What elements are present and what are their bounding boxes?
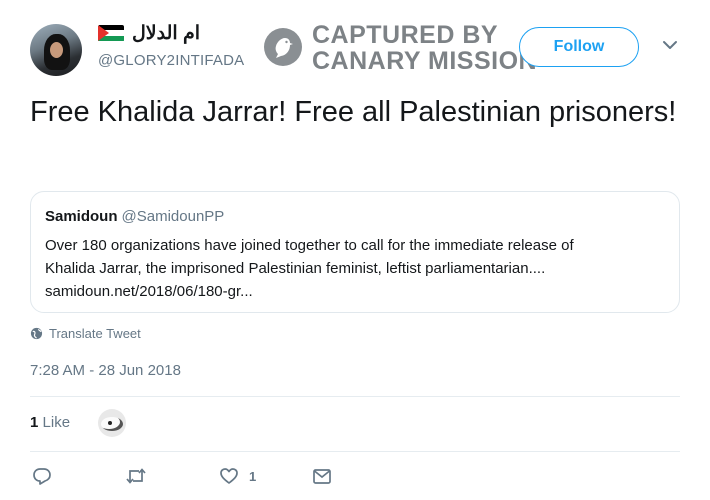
tweet-timestamp[interactable]: 7:28 AM - 28 Jun 2018 — [30, 362, 181, 379]
like-stat-label: Like — [42, 414, 71, 431]
like-stats[interactable]: 1 Like — [30, 414, 70, 431]
reply-icon — [33, 468, 51, 485]
quoted-text-line: Khalida Jarrar, the imprisoned Palestini… — [45, 260, 546, 277]
envelope-icon — [313, 469, 331, 484]
avatar-face — [50, 42, 63, 58]
divider — [30, 396, 680, 397]
divider — [30, 451, 680, 452]
watermark-line1: CAPTURED BY — [312, 21, 499, 49]
canary-bird-icon — [264, 28, 302, 66]
like-count: 1 — [249, 468, 257, 484]
user-handle[interactable]: @GLORY2INTIFADA — [98, 52, 244, 69]
globe-icon — [30, 327, 43, 340]
watermark-text: CAPTURED BY CANARY MISSION — [312, 22, 537, 74]
like-button[interactable]: 1 — [219, 466, 256, 486]
quoted-text-line: Over 180 organizations have joined toget… — [45, 237, 574, 254]
palestine-flag-icon — [98, 24, 124, 42]
tweet-text: Free Khalida Jarrar! Free all Palestinia… — [30, 96, 677, 128]
heart-icon — [220, 468, 238, 484]
translate-label: Translate Tweet — [49, 326, 141, 341]
avatar[interactable] — [30, 24, 82, 76]
chevron-down-icon[interactable] — [662, 38, 678, 56]
watermark-line2: CANARY MISSION — [312, 47, 538, 75]
quoted-tweet-body: Over 180 organizations have joined toget… — [45, 234, 665, 303]
quoted-author-name: Samidoun — [45, 208, 118, 225]
retweet-button[interactable] — [125, 466, 147, 486]
quoted-link[interactable]: samidoun.net/2018/06/180-gr... — [45, 280, 665, 303]
retweet-icon — [126, 468, 146, 484]
direct-message-button[interactable] — [312, 466, 332, 486]
follow-button[interactable]: Follow — [519, 27, 639, 67]
quoted-tweet-header: Samidoun @SamidounPP — [45, 208, 224, 225]
user-name-row: ام الدلال — [98, 20, 200, 46]
display-name[interactable]: ام الدلال — [132, 22, 200, 45]
quoted-author-handle: @SamidounPP — [121, 208, 225, 225]
like-stat-count: 1 — [30, 414, 39, 431]
liker-avatar[interactable] — [98, 409, 126, 437]
quoted-tweet[interactable]: Samidoun @SamidounPP Over 180 organizatio… — [30, 191, 680, 313]
reply-button[interactable] — [32, 466, 52, 486]
translate-tweet-link[interactable]: Translate Tweet — [30, 326, 141, 341]
